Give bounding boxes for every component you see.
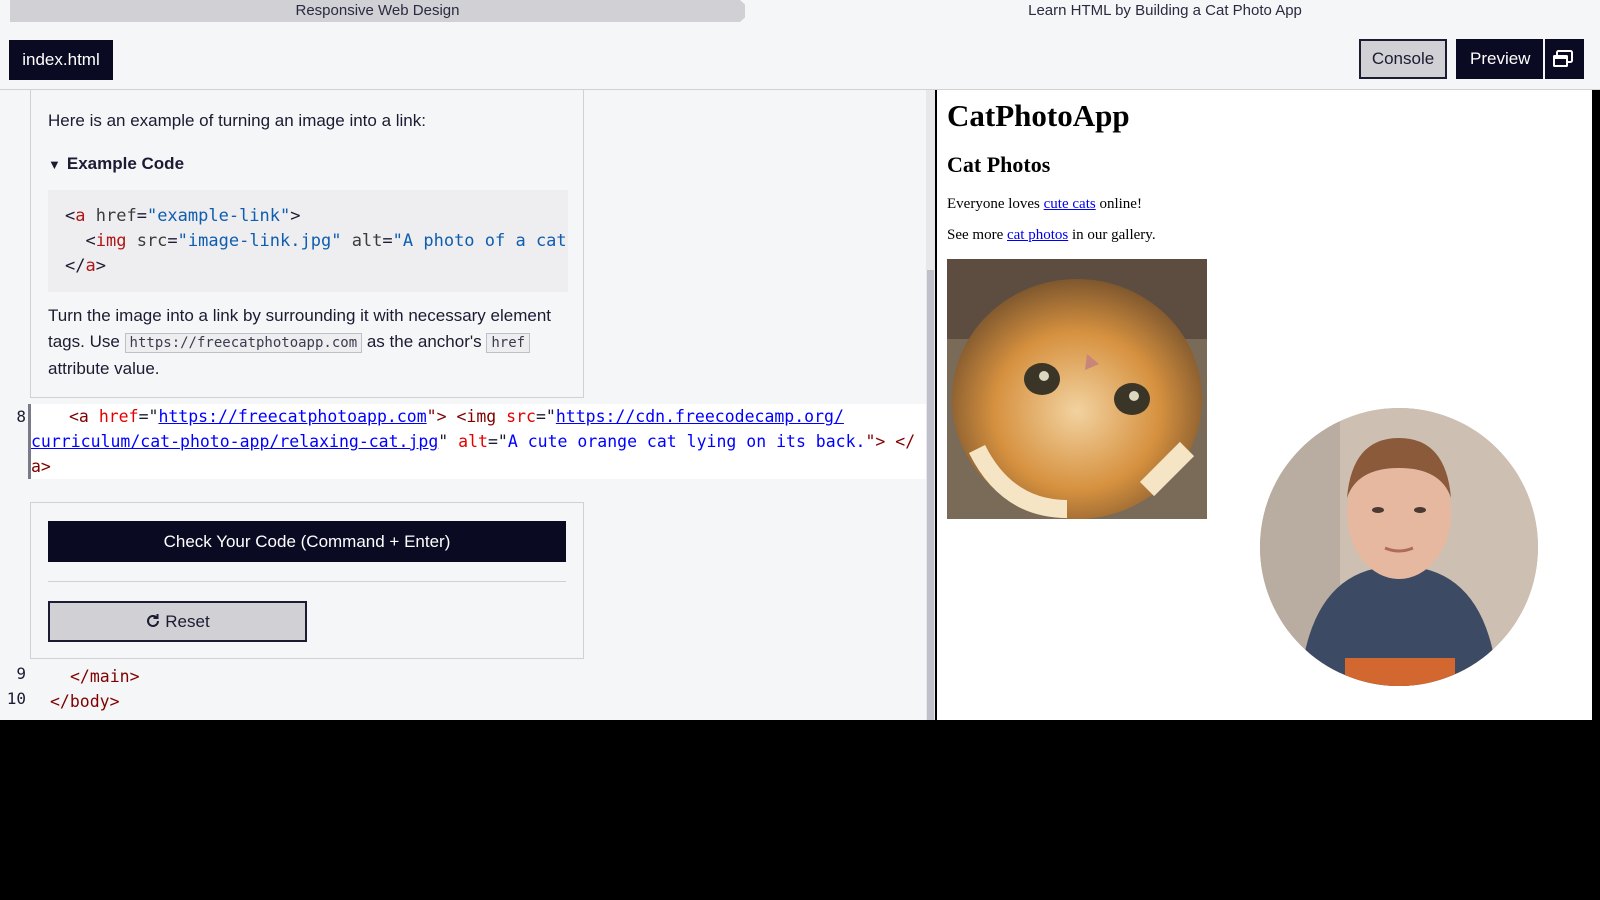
cat-image[interactable] (947, 259, 1207, 519)
code-close-a: "> </ (865, 432, 916, 451)
code-editor-pane: Here is an example of turning an image i… (0, 90, 935, 720)
example-code-toggle[interactable]: ▼ Example Code (48, 154, 184, 174)
code-line-10[interactable]: </body> (50, 689, 120, 714)
check-code-button[interactable]: Check Your Code (Command + Enter) (48, 521, 566, 562)
code-line-8-wrap-text[interactable]: curriculum/cat-photo-app/relaxing-cat.jp… (31, 429, 935, 479)
instructions-panel: Here is an example of turning an image i… (30, 90, 584, 398)
window-icon[interactable] (1552, 50, 1574, 68)
example-line-1: <a href="example-link"> (65, 206, 301, 226)
code-open-a: <a (69, 407, 99, 426)
p1-text-before: Everyone loves (947, 196, 1044, 212)
webcam-overlay (1260, 408, 1538, 686)
example-line-2: <img src="image-link.jpg" alt="A photo o… (85, 231, 568, 251)
code-url-href[interactable]: https://freecatphotoapp.com (158, 407, 426, 426)
p1-text-after: online! (1095, 196, 1142, 212)
editor-toolbar: index.html Console Preview (0, 22, 1600, 90)
action-divider (48, 581, 566, 582)
task-code-href: href (486, 333, 531, 353)
console-button[interactable]: Console (1359, 39, 1447, 79)
code-close-main: </main> (70, 667, 140, 686)
code-close-body: </body> (50, 692, 120, 711)
line-number-8: 8 (16, 407, 26, 426)
line-number-10: 10 (6, 689, 26, 708)
reset-button[interactable]: Reset (48, 601, 307, 642)
editor-scrollbar[interactable] (926, 90, 935, 720)
editor-scrollbar-thumb[interactable] (927, 270, 934, 720)
code-line-8-wrap: curriculum/cat-photo-app/relaxing-cat.jp… (28, 429, 935, 479)
task-text-2: as the anchor's (362, 332, 487, 351)
instructions-intro: Here is an example of turning an image i… (48, 111, 426, 130)
code-eq-2: =" (535, 407, 556, 426)
code-eq-3: =" (487, 432, 508, 451)
task-code-url: https://freecatphotoapp.com (124, 333, 363, 353)
reset-icon (147, 614, 160, 627)
code-alt-text: A cute orange cat lying on its back. (507, 432, 866, 451)
example-code-block: <a href="example-link"> <img src="image-… (48, 190, 568, 292)
preview-paragraph-1: Everyone loves cute cats online! (947, 196, 1142, 213)
cat-photos-link[interactable]: cat photos (1007, 227, 1068, 243)
cute-cats-link[interactable]: cute cats (1044, 196, 1096, 212)
code-line-8-text[interactable]: <a href="https://freecatphotoapp.com"> <… (69, 404, 935, 429)
preview-button[interactable]: Preview (1456, 39, 1584, 79)
triangle-down-icon: ▼ (48, 157, 61, 172)
action-panel: Check Your Code (Command + Enter) Reset (30, 502, 584, 659)
example-code-label: Example Code (66, 154, 185, 173)
file-tab-index[interactable]: index.html (9, 40, 113, 80)
breadcrumb-project[interactable]: Learn HTML by Building a Cat Photo App (745, 0, 1585, 22)
reset-label: Reset (165, 612, 210, 631)
presenter-avatar (1260, 408, 1538, 686)
preview-divider (1543, 39, 1545, 79)
instructions-task: Turn the image into a link by surroundin… (48, 303, 568, 382)
code-url-src-2[interactable]: curriculum/cat-photo-app/relaxing-cat.jp… (31, 432, 438, 451)
cat-illustration (947, 259, 1207, 519)
code-eq-1: =" (138, 407, 159, 426)
breadcrumb-course[interactable]: Responsive Web Design (10, 0, 745, 22)
example-line-3: </a> (65, 256, 106, 276)
preview-paragraph-2: See more cat photos in our gallery. (947, 227, 1156, 244)
code-url-src-1[interactable]: https://cdn.freecodecamp.org/ (556, 407, 844, 426)
letterbox-bar (0, 720, 1600, 900)
line-number-9: 9 (16, 664, 26, 683)
task-text-3: attribute value. (48, 359, 160, 378)
code-line-9[interactable]: </main> (70, 664, 140, 689)
code-attr-href: href (98, 407, 139, 426)
breadcrumb: Responsive Web Design Learn HTML by Buil… (0, 0, 1600, 22)
code-attr-alt: alt (458, 432, 488, 451)
code-quote-2: " (438, 432, 459, 451)
preview-title: CatPhotoApp (947, 98, 1130, 133)
p2-text-before: See more (947, 227, 1007, 243)
code-close-a-end: a> (31, 457, 51, 476)
p2-text-after: in our gallery. (1068, 227, 1156, 243)
code-attr-src: src (506, 407, 536, 426)
code-open-img: "> <img (426, 407, 507, 426)
preview-button-label: Preview (1470, 49, 1531, 68)
preview-subtitle: Cat Photos (947, 152, 1051, 177)
